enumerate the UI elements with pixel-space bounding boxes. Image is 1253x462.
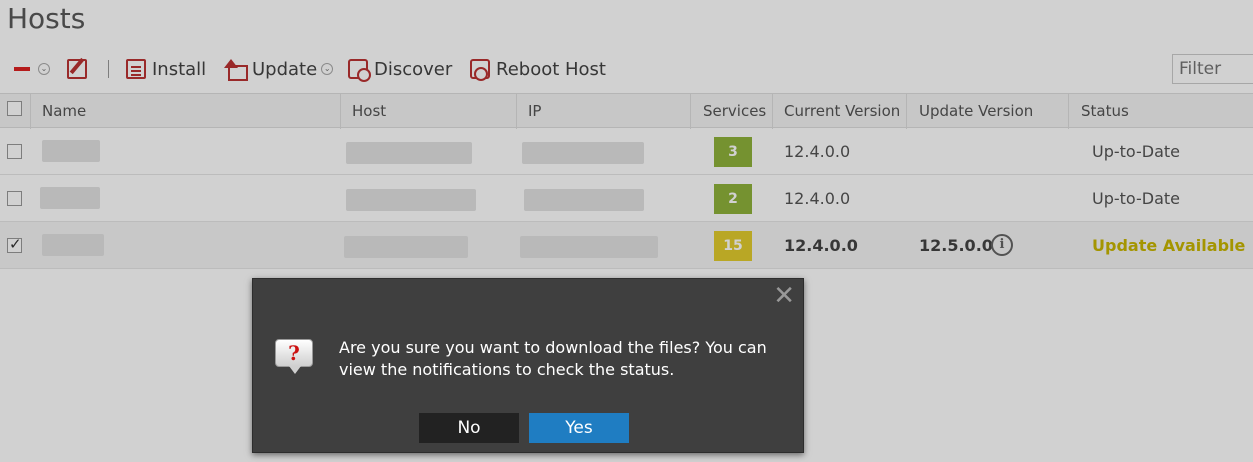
bubble-tail [289, 366, 301, 374]
dialog-message: Are you sure you want to download the fi… [339, 338, 767, 379]
yes-button[interactable]: Yes [529, 413, 629, 443]
confirm-dialog: ✕ ? Are you sure you want to download th… [252, 278, 804, 453]
question-bubble: ? [275, 339, 313, 367]
close-icon[interactable]: ✕ [773, 283, 795, 309]
no-button[interactable]: No [419, 413, 519, 443]
question-icon: ? [275, 339, 313, 374]
